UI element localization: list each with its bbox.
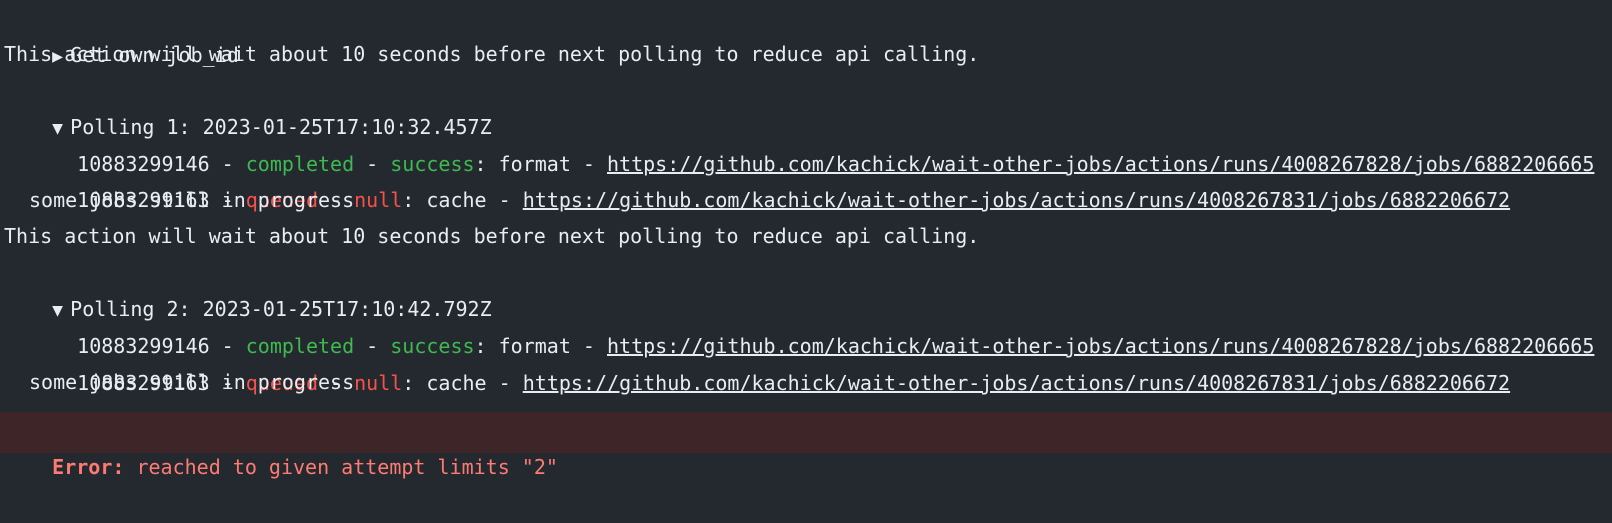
job-status-line: 10883299146 - completed - success: forma… [0, 109, 1612, 176]
job-status-line: 10883299163 - queued - null: cache - htt… [0, 328, 1612, 395]
log-output: ▶ Get own job_id This action will wait ab… [0, 0, 1612, 479]
log-line-wait-message: This action will wait about 10 seconds b… [4, 224, 980, 248]
group-polling-2[interactable]: ▼ Polling 2: 2023-01-25T17:10:42.792Z [0, 254, 1612, 321]
log-line-wait-message: This action will wait about 10 seconds b… [4, 42, 980, 66]
error-line: Error: reached to given attempt limits "… [0, 412, 1612, 479]
job-status-line: 10883299163 - queued - null: cache - htt… [0, 145, 1612, 212]
group-polling-1[interactable]: ▼ Polling 1: 2023-01-25T17:10:32.457Z [0, 72, 1612, 139]
group-get-own-job-id[interactable]: ▶ Get own job_id [0, 0, 1612, 67]
job-status-line: 10883299146 - completed - success: forma… [0, 291, 1612, 358]
error-label: Error: [52, 455, 125, 479]
log-line-progress: some jobs still in progress [29, 370, 355, 394]
log-line-progress: some jobs still in progress [29, 188, 355, 212]
error-message: reached to given attempt limits "2" [124, 455, 558, 479]
